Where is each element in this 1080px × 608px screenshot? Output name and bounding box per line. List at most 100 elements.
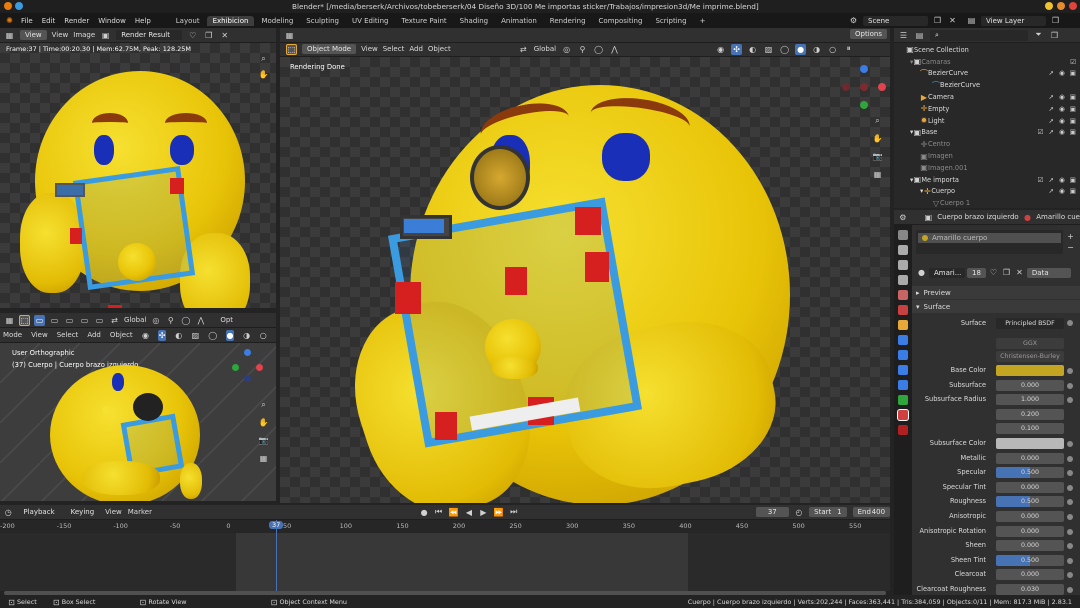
play-icon[interactable]: ▶ bbox=[479, 507, 487, 518]
world-tab-icon[interactable] bbox=[898, 305, 908, 315]
outliner-row-empty[interactable]: ✛ Empty ➚ ◉ ▣ bbox=[894, 103, 1080, 115]
outliner-row-centro[interactable]: ✛ Centro bbox=[894, 138, 1080, 150]
tab-shading[interactable]: Shading bbox=[454, 16, 494, 26]
socket-icon[interactable] bbox=[1067, 368, 1073, 374]
eye-icon[interactable]: ◉ bbox=[1059, 176, 1065, 184]
blender-menu-icon[interactable]: ✺ bbox=[4, 15, 15, 26]
pan-hand-icon[interactable]: ✋ bbox=[872, 133, 883, 144]
bsdf-param-field[interactable] bbox=[996, 365, 1064, 376]
shading-material-icon[interactable]: ◑ bbox=[243, 330, 251, 341]
bsdf-param-field[interactable]: 1.000 bbox=[996, 394, 1064, 406]
zoom-icon[interactable]: ⌕ bbox=[258, 53, 269, 64]
view-layer-tab-icon[interactable] bbox=[898, 275, 908, 285]
tab-exhibicion[interactable]: Exhibicion bbox=[206, 15, 255, 26]
eye-icon[interactable]: ◉ bbox=[1059, 117, 1065, 125]
xray-icon[interactable]: ▨ bbox=[763, 44, 774, 55]
zoom-icon[interactable]: ⌕ bbox=[872, 115, 883, 126]
outliner-editor-icon[interactable]: ☰ bbox=[898, 30, 909, 41]
subsurface-method-dropdown[interactable]: Christensen-Burley bbox=[996, 351, 1064, 362]
select-tool-icon[interactable]: ⬚ bbox=[286, 43, 297, 55]
link-dropdown[interactable]: Data bbox=[1026, 267, 1071, 278]
menu-window[interactable]: Window bbox=[98, 17, 126, 25]
bsdf-param-field[interactable]: 0.500 bbox=[996, 496, 1064, 508]
outliner-row-imagen[interactable]: ▣ Imagen bbox=[894, 150, 1080, 162]
particles-tab-icon[interactable] bbox=[898, 350, 908, 360]
socket-icon[interactable] bbox=[1067, 514, 1073, 520]
image-menu-image[interactable]: Image bbox=[73, 31, 95, 39]
select-mode-4-icon[interactable]: ▭ bbox=[79, 315, 90, 326]
outliner-row-camera[interactable]: ▶ Camera ➚ ◉ ▣ bbox=[894, 91, 1080, 103]
remove-slot-icon[interactable]: − bbox=[1065, 242, 1076, 253]
new-collection-icon[interactable]: ❐ bbox=[1049, 30, 1060, 41]
select-arrow-icon[interactable]: ➚ bbox=[1048, 105, 1054, 113]
eye-icon[interactable]: ◉ bbox=[1059, 105, 1065, 113]
outliner-row-base[interactable]: ▾ ▣ Base ☑ ➚ ◉ ▣ bbox=[894, 127, 1080, 139]
jump-end-icon[interactable]: ⏭ bbox=[509, 507, 517, 518]
socket-icon[interactable] bbox=[1067, 557, 1073, 564]
select-mode-5-icon[interactable]: ▭ bbox=[94, 315, 105, 326]
shading-wire-icon[interactable]: ◯ bbox=[779, 44, 790, 55]
select-arrow-icon[interactable]: ➚ bbox=[1048, 187, 1054, 195]
keying-menu[interactable]: Keying bbox=[66, 507, 100, 517]
material-users-count[interactable]: 18 bbox=[967, 267, 986, 278]
prev-key-icon[interactable]: ⏪ bbox=[449, 507, 459, 518]
end-frame-field[interactable]: End 400 bbox=[852, 507, 891, 517]
bsdf-param-field[interactable] bbox=[996, 438, 1064, 449]
jump-start-icon[interactable]: ⏮ bbox=[434, 507, 442, 518]
bsdf-param-field[interactable]: 0.100 bbox=[996, 423, 1064, 435]
modifier-tab-icon[interactable] bbox=[898, 335, 908, 345]
shading-solid-icon[interactable]: ● bbox=[226, 329, 234, 341]
bsdf-param-field[interactable]: 0.030 bbox=[996, 584, 1064, 595]
select-arrow-icon[interactable]: ➚ bbox=[1048, 128, 1054, 136]
socket-icon[interactable] bbox=[1067, 470, 1073, 477]
menu-add[interactable]: Add bbox=[409, 45, 423, 53]
outliner-row-me-importa[interactable]: ▾ ▣ Me importa ☑ ➚ ◉ ▣ bbox=[894, 174, 1080, 186]
socket-icon[interactable] bbox=[1067, 572, 1073, 579]
camera-view-icon[interactable]: 📷 bbox=[258, 435, 269, 446]
tab-rendering[interactable]: Rendering bbox=[544, 16, 592, 26]
outliner-row-camaras[interactable]: ▾ ▣ Camaras ☑ bbox=[894, 56, 1080, 68]
pin-icon[interactable]: ♡ bbox=[187, 30, 198, 41]
image-view-dropdown[interactable]: View bbox=[20, 30, 47, 40]
select-tool-icon[interactable]: ⬚ bbox=[19, 314, 30, 326]
playback-menu[interactable]: Playback bbox=[18, 507, 59, 517]
checkbox-icon[interactable]: ☑ bbox=[1038, 176, 1044, 184]
start-frame-field[interactable]: Start 1 bbox=[809, 507, 847, 517]
add-slot-icon[interactable]: + bbox=[1065, 231, 1076, 242]
falloff-icon[interactable]: ⋀ bbox=[609, 44, 620, 55]
options-dropdown[interactable]: Options bbox=[850, 29, 888, 39]
bsdf-param-field[interactable]: 0.000 bbox=[996, 569, 1064, 581]
socket-icon[interactable] bbox=[1067, 484, 1073, 491]
shading-material-icon[interactable]: ◑ bbox=[811, 44, 822, 55]
close-button[interactable] bbox=[1069, 2, 1077, 10]
new-view-layer-icon[interactable]: ❐ bbox=[1050, 15, 1061, 26]
bsdf-param-field[interactable]: 0.000 bbox=[996, 540, 1064, 552]
orientation-icon[interactable]: ⇄ bbox=[518, 44, 529, 55]
editor-type-icon[interactable]: ▦ bbox=[284, 30, 295, 41]
outliner-row-scene-collection[interactable]: ▣ Scene Collection bbox=[894, 44, 1080, 56]
next-key-icon[interactable]: ⏩ bbox=[494, 507, 504, 518]
select-mode-1-icon[interactable]: ▭ bbox=[34, 314, 45, 326]
eye-icon[interactable]: ◉ bbox=[1059, 187, 1065, 195]
proportional-icon[interactable]: ◯ bbox=[180, 315, 191, 326]
filter-icon[interactable]: ⏷ bbox=[1033, 30, 1044, 41]
eye-icon[interactable]: ◉ bbox=[1059, 128, 1065, 136]
shading-render-icon[interactable]: ○ bbox=[827, 44, 838, 55]
pivot-icon[interactable]: ◎ bbox=[561, 44, 572, 55]
eye-icon[interactable]: ◉ bbox=[1059, 69, 1065, 77]
snap-icon[interactable]: ⚲ bbox=[577, 44, 588, 55]
menu-select[interactable]: Select bbox=[57, 331, 79, 339]
camera-icon[interactable]: ▣ bbox=[1070, 187, 1076, 195]
menu-add[interactable]: Add bbox=[87, 331, 101, 339]
socket-icon[interactable] bbox=[1067, 397, 1073, 404]
main-viewport-canvas[interactable]: Rendering Done ⌕ ✋ 📷 ▦ bbox=[280, 57, 890, 503]
outliner-row-cuerpo-1[interactable]: ▽ Cuerpo 1 bbox=[894, 197, 1080, 209]
eye-icon[interactable]: ◉ bbox=[1059, 93, 1065, 101]
tab-scripting[interactable]: Scripting bbox=[649, 16, 692, 26]
menu-view[interactable]: View bbox=[361, 45, 378, 53]
outliner-row-beziercurve-data[interactable]: ⌒ BezierCurve bbox=[894, 79, 1080, 91]
view-layer-field[interactable]: View Layer bbox=[981, 15, 1046, 26]
fake-user-icon[interactable]: ♡ bbox=[988, 267, 999, 278]
visibility-icon[interactable]: ◉ bbox=[142, 330, 150, 341]
falloff-icon[interactable]: ⋀ bbox=[195, 315, 206, 326]
